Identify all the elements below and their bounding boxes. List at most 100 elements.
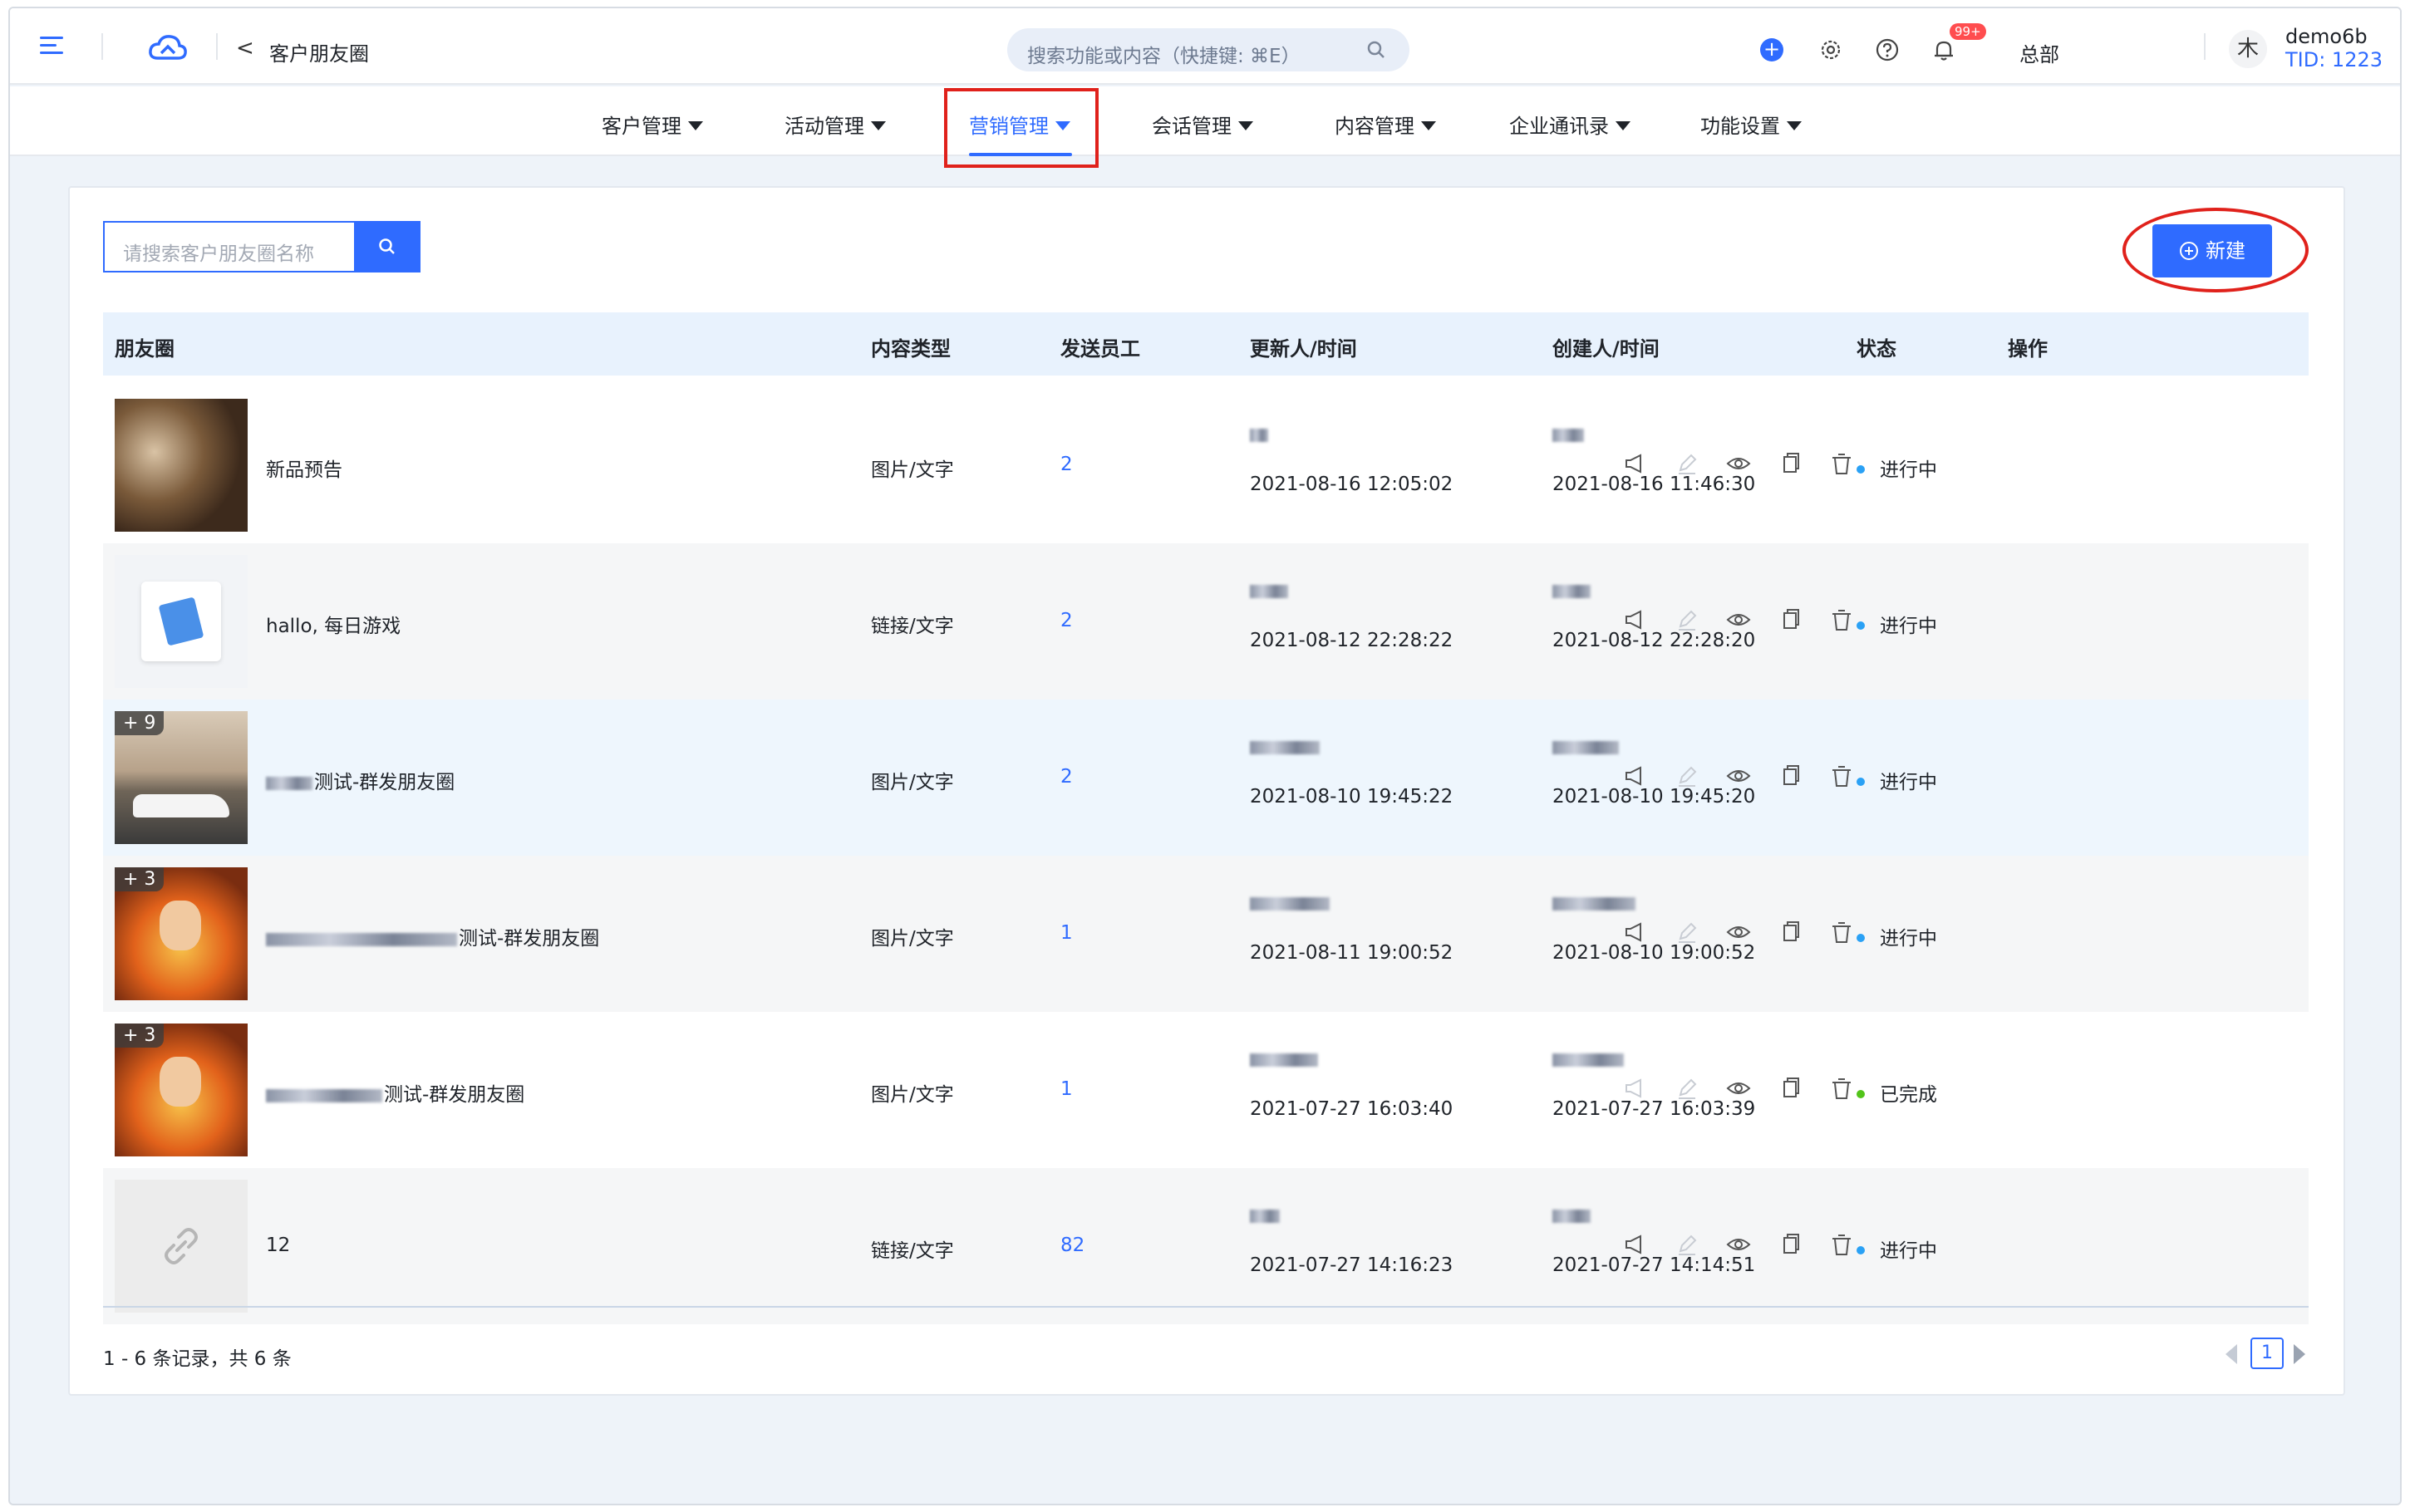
sender-count-link[interactable]: 82 <box>1060 1235 1084 1256</box>
table-row[interactable]: hallo, 每日游戏 链接/文字 2 2021-08-12 22:28:22 … <box>103 543 2309 700</box>
moment-name: hallo, 每日游戏 <box>266 610 401 638</box>
page-number[interactable]: 1 <box>2250 1338 2284 1369</box>
add-icon[interactable]: + <box>1760 38 1783 61</box>
updated-time: 2021-07-27 14:16:23 <box>1250 1254 1453 1276</box>
moment-thumbnail[interactable] <box>115 555 248 688</box>
moment-name-text: 12 <box>266 1235 291 1256</box>
trash-icon[interactable] <box>1828 1231 1855 1258</box>
edit-icon[interactable] <box>1674 1231 1700 1258</box>
moment-thumbnail[interactable] <box>115 1180 248 1313</box>
caret-down-icon <box>1616 121 1630 130</box>
updated-time: 2021-07-27 16:03:40 <box>1250 1098 1453 1120</box>
sender-count-link[interactable]: 2 <box>1060 454 1073 475</box>
bell-icon[interactable] <box>1931 37 1956 62</box>
search-icon <box>379 238 395 254</box>
eye-icon[interactable] <box>1725 606 1752 633</box>
eye-icon[interactable] <box>1725 919 1752 945</box>
nav-activity-management[interactable]: 活动管理 <box>784 110 886 139</box>
table-row[interactable]: + 9 测试-群发朋友圈 图片/文字 2 2021-08-10 19:45:22… <box>103 700 2309 856</box>
image-count-badge: + 3 <box>115 867 165 891</box>
back-arrow-icon[interactable]: < <box>236 37 254 59</box>
moment-name-text: 测试-群发朋友圈 <box>459 928 600 950</box>
content-type: 链接/文字 <box>871 616 954 637</box>
page-title: 客户朋友圈 <box>269 42 369 66</box>
megaphone-icon[interactable] <box>1622 1075 1649 1102</box>
megaphone-icon[interactable] <box>1622 763 1649 789</box>
content-type: 图片/文字 <box>871 772 954 793</box>
status-badge: 进行中 <box>1857 1235 1937 1263</box>
prev-page-icon[interactable] <box>2226 1344 2237 1364</box>
copy-icon[interactable] <box>1777 606 1803 633</box>
table-row[interactable]: 新品预告 图片/文字 2 2021-08-16 12:05:02 2021-08… <box>103 387 2309 543</box>
creator-name <box>1552 580 1591 601</box>
megaphone-icon[interactable] <box>1622 1231 1649 1258</box>
avatar[interactable]: 木 <box>2229 30 2267 68</box>
annotation-highlight-box <box>944 88 1099 168</box>
copy-icon[interactable] <box>1777 1231 1803 1258</box>
eye-icon[interactable] <box>1725 1231 1752 1258</box>
edit-icon[interactable] <box>1674 450 1700 477</box>
trash-icon[interactable] <box>1828 450 1855 477</box>
moment-name: 12 <box>266 1235 290 1256</box>
trash-icon[interactable] <box>1828 919 1855 945</box>
megaphone-icon[interactable] <box>1622 450 1649 477</box>
next-page-icon[interactable] <box>2294 1344 2305 1364</box>
search-placeholder: 请搜索客户朋友圈名称 <box>123 243 314 265</box>
column-header: 发送员工 <box>1060 337 1140 361</box>
eye-icon[interactable] <box>1725 763 1752 789</box>
copy-icon[interactable] <box>1777 1075 1803 1102</box>
sender-count-link[interactable]: 1 <box>1060 1078 1073 1100</box>
nav-corporate-directory[interactable]: 企业通讯录 <box>1509 110 1630 139</box>
trash-icon[interactable] <box>1828 763 1855 789</box>
gear-icon[interactable] <box>1818 37 1843 62</box>
edit-icon[interactable] <box>1674 763 1700 789</box>
redacted-text <box>266 776 312 790</box>
status-badge: 进行中 <box>1857 454 1937 482</box>
moment-thumbnail[interactable]: + 9 <box>115 711 248 844</box>
caret-down-icon <box>871 121 886 130</box>
main-nav: 客户管理 活动管理 营销管理 会话管理 内容管理 企业通讯录 功能设置 <box>10 86 2400 156</box>
divider <box>101 33 103 60</box>
org-selector[interactable]: 总部 <box>2019 38 2059 67</box>
table-row[interactable]: 12 链接/文字 82 2021-07-27 14:16:23 2021-07-… <box>103 1168 2309 1324</box>
menu-icon[interactable] <box>40 37 63 56</box>
moment-thumbnail[interactable]: + 3 <box>115 1024 248 1156</box>
nav-customer-management[interactable]: 客户管理 <box>602 110 703 139</box>
sender-count-link[interactable]: 2 <box>1060 766 1073 788</box>
trash-icon[interactable] <box>1828 1075 1855 1102</box>
table-header: 朋友圈 内容类型 发送员工 更新人/时间 创建人/时间 状态 操作 <box>103 312 2309 376</box>
divider <box>216 33 218 60</box>
sender-count-link[interactable]: 2 <box>1060 610 1073 631</box>
updater-name <box>1250 1205 1280 1226</box>
status-badge: 进行中 <box>1857 610 1937 638</box>
table-row[interactable]: + 3 测试-群发朋友圈 图片/文字 1 2021-07-27 16:03:40… <box>103 1012 2309 1168</box>
search-placeholder: 搜索功能或内容（快捷键: ⌘E） <box>1027 46 1301 67</box>
table-row[interactable]: + 3 测试-群发朋友圈 图片/文字 1 2021-08-11 19:00:52… <box>103 856 2309 1012</box>
updated-time: 2021-08-10 19:45:22 <box>1250 786 1453 808</box>
help-icon[interactable] <box>1875 37 1900 62</box>
eye-icon[interactable] <box>1725 450 1752 477</box>
copy-icon[interactable] <box>1777 763 1803 789</box>
redacted-text <box>266 1088 382 1102</box>
edit-icon[interactable] <box>1674 1075 1700 1102</box>
moment-thumbnail[interactable] <box>115 399 248 532</box>
moment-thumbnail[interactable]: + 3 <box>115 867 248 1000</box>
nav-conversation-management[interactable]: 会话管理 <box>1152 110 1253 139</box>
search-button[interactable] <box>354 221 421 272</box>
column-header: 内容类型 <box>871 337 951 361</box>
content-type: 图片/文字 <box>871 928 954 950</box>
cloud-logo-icon[interactable] <box>148 33 188 61</box>
sender-count-link[interactable]: 1 <box>1060 922 1073 944</box>
copy-icon[interactable] <box>1777 919 1803 945</box>
eye-icon[interactable] <box>1725 1075 1752 1102</box>
copy-icon[interactable] <box>1777 450 1803 477</box>
megaphone-icon[interactable] <box>1622 606 1649 633</box>
edit-icon[interactable] <box>1674 919 1700 945</box>
global-search-input[interactable]: 搜索功能或内容（快捷键: ⌘E） <box>1007 28 1409 71</box>
megaphone-icon[interactable] <box>1622 919 1649 945</box>
trash-icon[interactable] <box>1828 606 1855 633</box>
nav-feature-settings[interactable]: 功能设置 <box>1700 110 1802 139</box>
nav-content-management[interactable]: 内容管理 <box>1335 110 1436 139</box>
edit-icon[interactable] <box>1674 606 1700 633</box>
moments-search-input[interactable]: 请搜索客户朋友圈名称 <box>103 221 354 272</box>
